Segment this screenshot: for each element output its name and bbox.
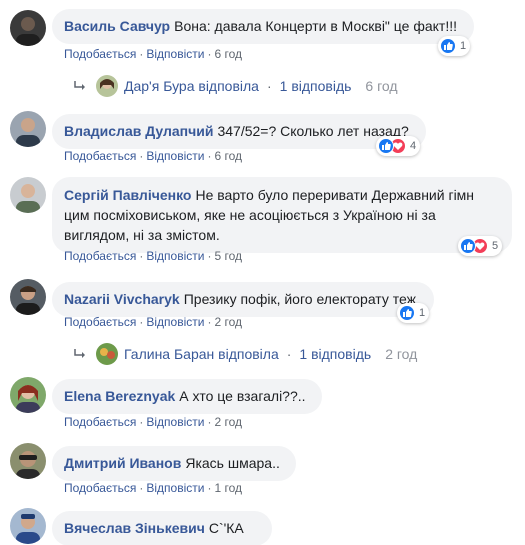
comment-time[interactable]: 2 год <box>214 315 242 329</box>
reply-button[interactable]: Відповісти <box>146 249 204 263</box>
like-button[interactable]: Подобається <box>64 47 136 61</box>
reply-author: Галина Баран відповіла <box>124 346 279 362</box>
comment-author[interactable]: Nazarii Vivcharyk <box>64 291 180 307</box>
avatar[interactable] <box>10 177 46 213</box>
reply-count: 1 відповідь <box>279 78 352 94</box>
reply-author: Дар'я Бура відповіла <box>124 78 259 94</box>
separator: · <box>139 249 144 263</box>
reply-avatar <box>96 75 118 97</box>
reaction-count: 1 <box>460 40 467 52</box>
reaction-summary[interactable]: 1 <box>397 303 430 323</box>
reply-button[interactable]: Відповісти <box>146 481 204 495</box>
like-button[interactable]: Подобається <box>64 149 136 163</box>
comment-text: Презику пофік, його електорату теж <box>183 291 417 307</box>
separator: · <box>139 315 144 329</box>
separator: · <box>207 47 212 61</box>
comment-text: А хто це взагалі??.. <box>179 388 306 404</box>
separator: · <box>207 415 212 429</box>
reply-arrow-icon <box>74 349 85 358</box>
separator: · <box>139 47 144 61</box>
reaction-summary[interactable]: 1 <box>438 36 471 56</box>
comment-time[interactable]: 1 год <box>214 481 242 495</box>
comment-bubble: Nazarii Vivcharyk Презику пофік, його еле… <box>52 282 434 317</box>
comment-time[interactable]: 2 год <box>214 415 242 429</box>
separator: · <box>139 481 144 495</box>
comment-author[interactable]: Вячеслав Зінькевич <box>64 520 205 536</box>
reply-time: 2 год <box>385 346 418 362</box>
comment-text: Вона: давала Концерти в Москві" це факт!… <box>174 18 457 34</box>
comment-author[interactable]: Владислав Дулапчий <box>64 123 213 139</box>
like-button[interactable]: Подобається <box>64 315 136 329</box>
avatar[interactable] <box>10 377 46 413</box>
reaction-summary[interactable]: 4 <box>376 136 421 156</box>
reply-button[interactable]: Відповісти <box>146 149 204 163</box>
comment-bubble: Сергій Павліченко Не варто було перериват… <box>52 177 512 253</box>
separator: · <box>139 149 144 163</box>
reaction-count: 5 <box>492 240 499 252</box>
comment-actions: Подобається · Відповісти · 2 год <box>64 315 242 329</box>
comment-actions: Подобається · Відповісти · 6 год <box>64 149 242 163</box>
comment-actions: Подобається · Відповісти · 5 год <box>64 249 242 263</box>
comment-text-line: цим посміховиськом, яке не асоціюється з… <box>64 207 436 223</box>
separator: · <box>207 315 212 329</box>
reaction-count: 4 <box>410 140 417 152</box>
reply-button[interactable]: Відповісти <box>146 415 204 429</box>
avatar[interactable] <box>10 508 46 544</box>
separator: · <box>207 149 212 163</box>
comment-text-line: виглядом, ні за змістом. <box>64 227 220 243</box>
separator: · <box>207 249 212 263</box>
reply-arrow-icon <box>74 81 85 90</box>
comment-bubble: Владислав Дулапчий 347/52=? Сколько лет н… <box>52 114 426 149</box>
reaction-summary[interactable]: 5 <box>458 236 503 256</box>
reply-count: 1 відповідь <box>299 346 372 362</box>
comment-author[interactable]: Василь Савчур <box>64 18 170 34</box>
comment-actions: Подобається · Відповісти · 1 год <box>64 481 242 495</box>
reply-button[interactable]: Відповісти <box>146 315 204 329</box>
comment-bubble: Вячеслав Зінькевич С`'КА <box>52 511 272 545</box>
comment-bubble: Дмитрий Иванов Якась шмара.. <box>52 446 296 481</box>
separator: · <box>266 78 272 94</box>
comment-bubble: Василь Савчур Вона: давала Концерти в Мос… <box>52 9 474 44</box>
comment-actions: Подобається · Відповісти · 2 год <box>64 415 242 429</box>
replies-link[interactable]: Галина Баран відповіла · 1 відповідь 2 г… <box>74 343 417 365</box>
avatar[interactable] <box>10 111 46 147</box>
comment-text-line: Не варто було переривати Державний гімн <box>195 187 475 203</box>
avatar[interactable] <box>10 279 46 315</box>
comment-author[interactable]: Сергій Павліченко <box>64 187 191 203</box>
reply-button[interactable]: Відповісти <box>146 47 204 61</box>
comment-bubble: Elena Bereznyak А хто це взагалі??.. <box>52 379 322 414</box>
reply-avatar <box>96 343 118 365</box>
comment-author[interactable]: Дмитрий Иванов <box>64 455 181 471</box>
like-icon <box>460 238 476 254</box>
avatar[interactable] <box>10 10 46 46</box>
comment-time[interactable]: 6 год <box>214 149 242 163</box>
like-button[interactable]: Подобається <box>64 249 136 263</box>
like-icon <box>440 38 456 54</box>
comment-text: С`'КА <box>208 520 244 536</box>
avatar[interactable] <box>10 443 46 479</box>
comment-time[interactable]: 6 год <box>214 47 242 61</box>
reply-time: 6 год <box>365 78 398 94</box>
separator: · <box>207 481 212 495</box>
reaction-count: 1 <box>419 307 426 319</box>
like-icon <box>378 138 394 154</box>
comment-text: Якась шмара.. <box>185 455 280 471</box>
like-button[interactable]: Подобається <box>64 415 136 429</box>
separator: · <box>139 415 144 429</box>
replies-link[interactable]: Дар'я Бура відповіла · 1 відповідь 6 год <box>74 75 398 97</box>
like-button[interactable]: Подобається <box>64 481 136 495</box>
comment-time[interactable]: 5 год <box>214 249 242 263</box>
separator: · <box>286 346 292 362</box>
comment-actions: Подобається · Відповісти · 6 год <box>64 47 242 61</box>
comment-author[interactable]: Elena Bereznyak <box>64 388 175 404</box>
like-icon <box>399 305 415 321</box>
